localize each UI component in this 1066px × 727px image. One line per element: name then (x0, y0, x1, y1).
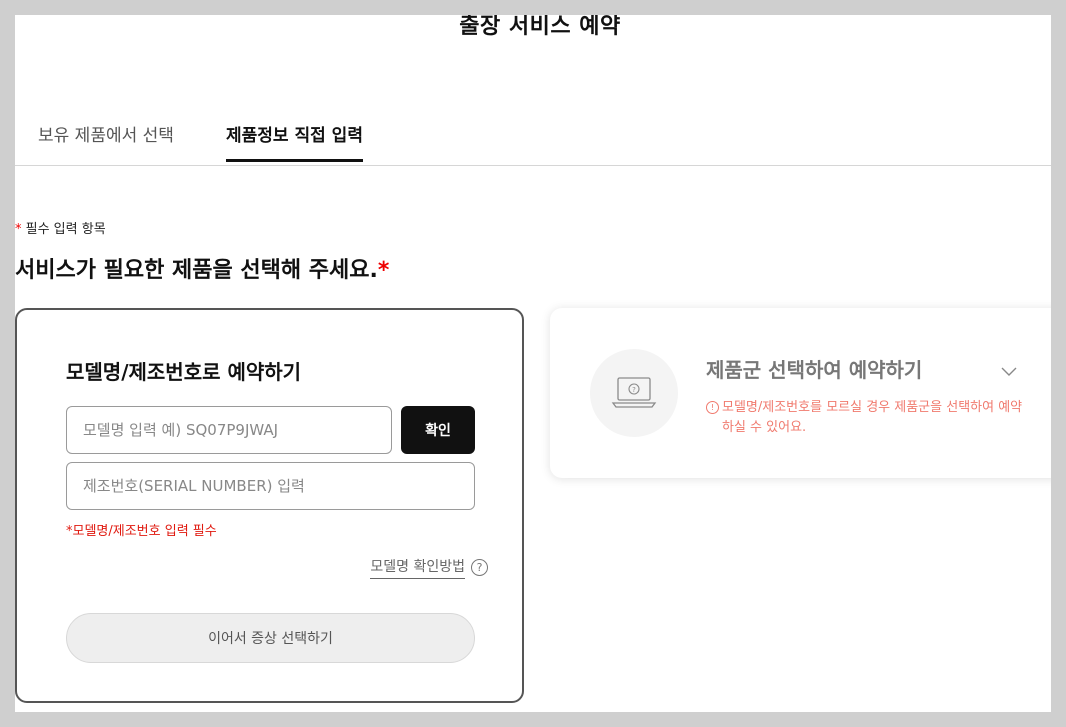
help-question-icon[interactable]: ? (471, 559, 488, 576)
category-notice-text: 모델명/제조번호를 모르실 경우 제품군을 선택하여 예약하실 수 있어요. (722, 400, 1023, 435)
model-help-link-label[interactable]: 모델명 확인방법 (370, 556, 465, 579)
tab-bar: 보유 제품에서 선택 제품정보 직접 입력 (15, 120, 1051, 166)
tab-owned-products[interactable]: 보유 제품에서 선택 (38, 126, 174, 160)
model-help-link[interactable]: 모델명 확인방법 ? (370, 556, 488, 579)
required-note: * 필수 입력 항목 (15, 218, 106, 237)
serial-number-input[interactable] (66, 462, 475, 510)
category-card-title: 제품군 선택하여 예약하기 (706, 358, 923, 382)
next-symptom-button[interactable]: 이어서 증상 선택하기 (66, 613, 475, 663)
confirm-button[interactable]: 확인 (401, 406, 475, 454)
section-title: 서비스가 필요한 제품을 선택해 주세요.* (15, 252, 389, 284)
svg-text:?: ? (632, 386, 636, 394)
required-error-text: *모델명/제조번호 입력 필수 (66, 524, 217, 539)
category-notice: ! 모델명/제조번호를 모르실 경우 제품군을 선택하여 예약하실 수 있어요. (706, 398, 1026, 438)
model-card-title: 모델명/제조번호로 예약하기 (66, 360, 302, 384)
info-icon: ! (706, 401, 719, 414)
category-card[interactable]: ? 제품군 선택하여 예약하기 ! 모델명/제조번호를 모르실 경우 제품군을 … (550, 308, 1051, 478)
page-sheet: 출장 서비스 예약 보유 제품에서 선택 제품정보 직접 입력 * 필수 입력 … (15, 15, 1051, 712)
page-title: 출장 서비스 예약 (459, 15, 621, 39)
laptop-question-icon: ? (590, 349, 678, 437)
section-title-star: * (377, 258, 390, 283)
tab-direct-input[interactable]: 제품정보 직접 입력 (226, 126, 363, 162)
model-name-input[interactable] (66, 406, 392, 454)
section-title-text: 서비스가 필요한 제품을 선택해 주세요. (15, 258, 378, 283)
chevron-down-icon[interactable] (1000, 364, 1018, 378)
model-serial-card: 모델명/제조번호로 예약하기 확인 *모델명/제조번호 입력 필수 모델명 확인… (15, 308, 524, 703)
required-note-text: 필수 입력 항목 (21, 222, 106, 237)
